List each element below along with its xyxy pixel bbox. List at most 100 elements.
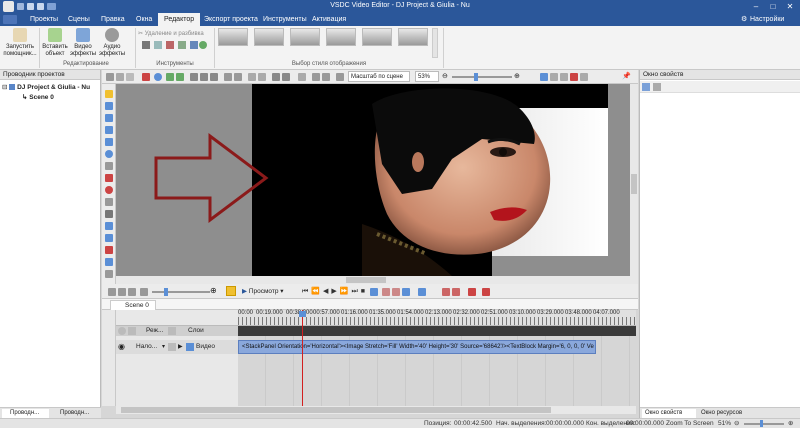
audio-wave-icon[interactable] bbox=[402, 288, 410, 296]
style-thumb[interactable] bbox=[398, 28, 428, 46]
rotate-icon[interactable] bbox=[272, 73, 280, 81]
rotate-tool-icon[interactable] bbox=[154, 41, 162, 49]
dropdown-arrow-icon[interactable]: ▾ bbox=[162, 343, 165, 350]
preview-quality-icon[interactable] bbox=[550, 73, 558, 81]
pointer-tool-icon[interactable] bbox=[105, 90, 113, 98]
timeline-zoom-out-icon[interactable] bbox=[108, 288, 116, 296]
close-clip-icon[interactable] bbox=[482, 288, 490, 296]
insert-object-button[interactable]: Вставить объект bbox=[41, 27, 69, 59]
settings-icon[interactable] bbox=[580, 73, 588, 81]
split-icon[interactable] bbox=[382, 288, 390, 296]
delete-split-button[interactable]: ✂ Удаление и разбивка bbox=[138, 30, 210, 37]
more-tools-icon[interactable] bbox=[105, 270, 113, 278]
style-gallery-scroll[interactable] bbox=[432, 28, 438, 58]
style-thumb[interactable] bbox=[290, 28, 320, 46]
timeline-zoom-slider[interactable] bbox=[152, 291, 210, 293]
markers-icon[interactable] bbox=[370, 288, 378, 296]
circle-tool-icon[interactable] bbox=[105, 150, 113, 158]
playhead-handle[interactable] bbox=[299, 311, 306, 317]
fit-screen-icon[interactable] bbox=[540, 73, 548, 81]
grid-icon[interactable] bbox=[312, 73, 320, 81]
audio-effects-button[interactable]: Аудио эффекты bbox=[98, 27, 126, 59]
canvas-vertical-scrollbar[interactable] bbox=[630, 84, 638, 284]
timeline-fit-icon[interactable] bbox=[128, 288, 136, 296]
playhead[interactable] bbox=[302, 310, 303, 406]
sprite-tool-icon[interactable] bbox=[105, 222, 113, 230]
track-lock-icon[interactable] bbox=[168, 343, 176, 351]
lock-icon[interactable] bbox=[248, 73, 256, 81]
menu-edit[interactable]: Правка bbox=[95, 13, 131, 26]
image-tool-icon[interactable] bbox=[105, 234, 113, 242]
color-tool-icon[interactable] bbox=[178, 41, 186, 49]
time-ruler[interactable]: 00:00 00:19.000 00:38.000 00:57.000 01:1… bbox=[238, 310, 636, 325]
free-text-tool-icon[interactable] bbox=[105, 162, 113, 170]
rectangle-tool-icon[interactable] bbox=[105, 126, 113, 134]
menu-editor[interactable]: Редактор bbox=[158, 13, 201, 26]
link-icon[interactable] bbox=[298, 73, 306, 81]
align-center-icon[interactable] bbox=[200, 73, 208, 81]
timeline-clip[interactable]: <StackPanel Orientation='Horizontal'><Im… bbox=[238, 340, 596, 354]
column-mode[interactable]: Реж... bbox=[146, 327, 163, 334]
remove-icon[interactable] bbox=[442, 288, 450, 296]
record-icon[interactable] bbox=[570, 73, 578, 81]
transport-controls[interactable]: ⏮⏪◀▶⏩⏭■ bbox=[302, 286, 368, 297]
crop-tool-icon[interactable] bbox=[142, 41, 150, 49]
eye-icon[interactable]: ◉ bbox=[118, 343, 126, 351]
select-all-icon[interactable] bbox=[154, 73, 162, 81]
zoom-in-icon[interactable]: ⊕ bbox=[514, 73, 522, 81]
cut-icon[interactable] bbox=[106, 73, 114, 81]
volume-icon[interactable] bbox=[418, 288, 426, 296]
timeline-zoom-in-icon[interactable] bbox=[118, 288, 126, 296]
menu-activation[interactable]: Активация bbox=[306, 13, 352, 26]
status-zoom-in-icon[interactable]: ⊕ bbox=[788, 419, 793, 428]
sort-az-icon[interactable] bbox=[653, 83, 661, 91]
close-button[interactable]: ✕ bbox=[782, 1, 798, 12]
trim-icon[interactable] bbox=[392, 288, 400, 296]
line-tool-icon[interactable] bbox=[105, 114, 113, 122]
style-thumb[interactable] bbox=[362, 28, 392, 46]
timeline-scrollbar[interactable] bbox=[116, 406, 636, 414]
zoom-mode-select[interactable]: Масштаб по сцене bbox=[348, 71, 410, 82]
column-layers[interactable]: Слои bbox=[188, 327, 204, 334]
status-zoom-thumb[interactable] bbox=[760, 420, 763, 427]
launch-wizard-button[interactable]: Запустить помощник... bbox=[2, 27, 38, 59]
chart-tool-icon[interactable] bbox=[105, 210, 113, 218]
scroll-thumb[interactable] bbox=[346, 277, 386, 283]
maximize-button[interactable]: □ bbox=[765, 1, 781, 12]
settings-menu[interactable]: ⚙ Настройки bbox=[740, 13, 790, 26]
pen-tool-icon[interactable] bbox=[105, 198, 113, 206]
categorized-icon[interactable] bbox=[642, 83, 650, 91]
canvas-horizontal-scrollbar[interactable] bbox=[116, 276, 630, 284]
text-tool-icon[interactable] bbox=[105, 102, 113, 110]
flip-icon[interactable] bbox=[282, 73, 290, 81]
zoom-out-icon[interactable]: ⊖ bbox=[442, 73, 450, 81]
video-tool-icon[interactable] bbox=[105, 258, 113, 266]
menu-export[interactable]: Экспорт проекта bbox=[198, 13, 264, 26]
snap-icon[interactable] bbox=[322, 73, 330, 81]
project-tree-item[interactable]: ⊟ DJ Project & Giulia - Nu bbox=[2, 83, 100, 92]
scroll-thumb[interactable] bbox=[631, 174, 637, 194]
minimize-button[interactable]: – bbox=[748, 1, 764, 12]
shape-tool-icon[interactable] bbox=[105, 186, 113, 194]
order-icon[interactable] bbox=[234, 73, 242, 81]
tab-scene-0[interactable]: Scene 0 bbox=[110, 300, 156, 310]
guides-icon[interactable] bbox=[560, 73, 568, 81]
zoom-slider[interactable] bbox=[452, 76, 512, 78]
speed-tool-icon[interactable] bbox=[190, 41, 198, 49]
visibility-icon[interactable] bbox=[118, 327, 126, 335]
delete-icon[interactable] bbox=[142, 73, 150, 81]
align-right-icon[interactable] bbox=[210, 73, 218, 81]
scene-tree-item[interactable]: ↳ Scene 0 bbox=[22, 93, 92, 102]
tab-resources[interactable]: Окно ресурсов bbox=[698, 409, 760, 418]
expand-track-icon[interactable]: ▶ bbox=[178, 343, 183, 350]
group-icon[interactable] bbox=[258, 73, 266, 81]
app-menu-button[interactable] bbox=[3, 15, 17, 24]
tab-properties[interactable]: Окно свойств bbox=[642, 409, 696, 418]
arrow-right-shape[interactable] bbox=[152, 132, 272, 224]
media-tool-icon[interactable] bbox=[199, 41, 207, 49]
audio-tool-icon[interactable] bbox=[105, 246, 113, 254]
video-frame[interactable] bbox=[252, 84, 608, 276]
timeline-zoom-plus-icon[interactable]: ⊕ bbox=[210, 287, 217, 295]
track-row-header[interactable]: ◉ Нало... ▾ ▶ Видео bbox=[116, 340, 238, 354]
lock-layer-icon[interactable] bbox=[128, 327, 136, 335]
